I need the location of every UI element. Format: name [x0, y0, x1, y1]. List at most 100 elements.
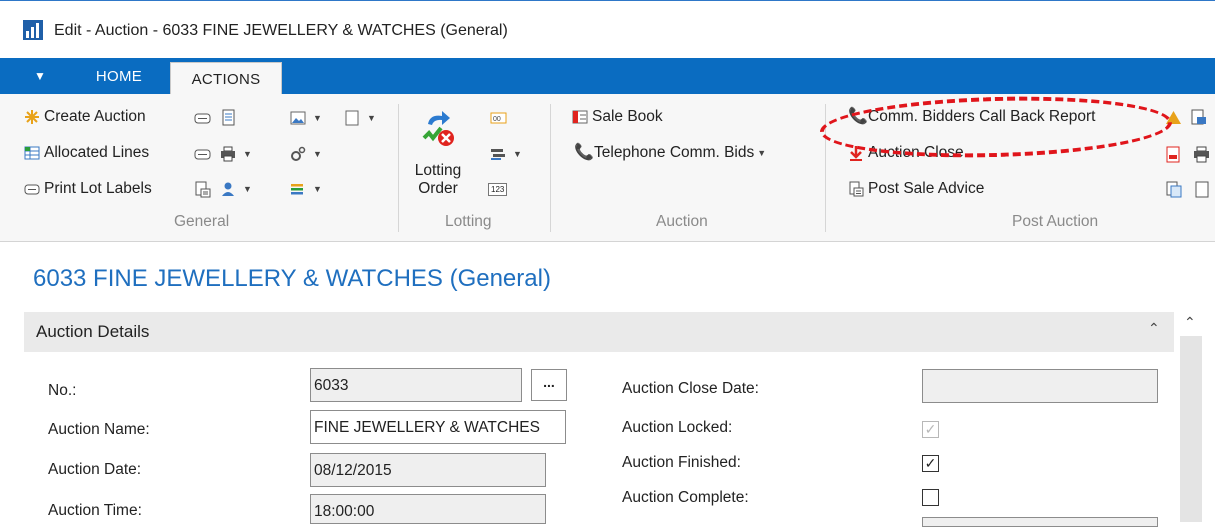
- document-icon[interactable]: [220, 109, 237, 126]
- print-dropdown-button[interactable]: ▼: [220, 146, 252, 162]
- create-auction-button[interactable]: Create Auction: [24, 108, 146, 126]
- sale-book-button[interactable]: Sale Book: [572, 108, 663, 126]
- lotting-order-button[interactable]: Lotting Order: [410, 106, 466, 206]
- sparkle-icon: [25, 110, 39, 124]
- field-label-auction-complete: Auction Complete:: [622, 489, 749, 506]
- no-lookup-button[interactable]: ...: [531, 369, 567, 401]
- comm-bidders-call-back-report-button[interactable]: 📞 Comm. Bidders Call Back Report: [848, 108, 1095, 126]
- label-small-icon[interactable]: [194, 110, 211, 127]
- numbering-button[interactable]: 123: [488, 183, 508, 196]
- auction-close-button[interactable]: Auction Close: [848, 144, 964, 162]
- partial-field[interactable]: [922, 517, 1158, 527]
- auction-time-field[interactable]: 18:00:00: [310, 494, 546, 524]
- print-lot-labels-button[interactable]: Print Lot Labels: [24, 180, 152, 198]
- group-label-general: General: [174, 213, 230, 230]
- sort-icon: [491, 149, 505, 160]
- blank-document-icon[interactable]: [1193, 181, 1210, 198]
- tab-actions[interactable]: ACTIONS: [170, 62, 282, 95]
- download-arrow-icon: [850, 146, 862, 161]
- report-icon[interactable]: [194, 181, 211, 198]
- sort-dropdown-button[interactable]: ▼: [490, 146, 522, 162]
- allocated-lines-button[interactable]: Allocated Lines: [24, 144, 149, 162]
- page-title: 6033 FINE JEWELLERY & WATCHES (General): [33, 265, 551, 292]
- stack-dropdown-button[interactable]: ▼: [290, 181, 322, 197]
- app-menu-dropdown-icon[interactable]: ▼: [20, 58, 60, 94]
- gears-dropdown-button[interactable]: ▼: [290, 146, 322, 162]
- stack-icon: [291, 184, 303, 195]
- svg-text:00: 00: [493, 116, 501, 123]
- phone-icon: 📞: [574, 144, 594, 161]
- field-label-no: No.:: [48, 382, 77, 399]
- lotting-order-label-line1: Lotting: [414, 162, 462, 179]
- collapse-chevron-up-icon[interactable]: ⌃: [1148, 320, 1160, 337]
- lotting-order-icon: [422, 111, 454, 146]
- scroll-up-chevron-icon[interactable]: ⌃: [1184, 314, 1196, 331]
- blank-page-dropdown-button[interactable]: ▼: [344, 110, 376, 126]
- print-lot-labels-label: Print Lot Labels: [44, 180, 152, 197]
- window-title: Edit - Auction - 6033 FINE JEWELLERY & W…: [54, 22, 508, 39]
- picture-icon: [290, 111, 306, 125]
- person-icon: [222, 182, 234, 196]
- field-label-auction-finished: Auction Finished:: [622, 454, 741, 471]
- chevron-down-icon: ▼: [313, 113, 322, 123]
- app-logo-icon: [23, 20, 43, 40]
- report-icon: [849, 181, 864, 197]
- allocated-lines-label: Allocated Lines: [44, 144, 150, 161]
- no-field[interactable]: 6033: [310, 368, 522, 402]
- document-copy-icon[interactable]: [1165, 181, 1182, 198]
- field-label-auction-close-date: Auction Close Date:: [622, 380, 759, 397]
- auction-close-label: Auction Close: [868, 144, 964, 161]
- title-bar: Edit - Auction - 6033 FINE JEWELLERY & W…: [0, 0, 1215, 58]
- field-label-auction-time: Auction Time:: [48, 502, 142, 519]
- number-list-icon[interactable]: 00: [490, 110, 507, 127]
- chevron-down-icon: ▼: [757, 148, 767, 158]
- pdf-document-icon[interactable]: [1165, 146, 1182, 163]
- chevron-down-icon: ▼: [367, 113, 376, 123]
- document-mail-icon[interactable]: [1190, 109, 1207, 126]
- chevron-down-icon: ▼: [313, 184, 322, 194]
- chevron-down-icon: ▼: [313, 149, 322, 159]
- blank-page-icon: [345, 110, 359, 126]
- auction-close-date-field[interactable]: [922, 369, 1158, 403]
- auction-name-field[interactable]: FINE JEWELLERY & WATCHES: [310, 410, 566, 444]
- post-sale-advice-button[interactable]: Post Sale Advice: [848, 180, 984, 198]
- vertical-scrollbar[interactable]: [1180, 336, 1202, 522]
- numbering-badge: 123: [491, 185, 505, 194]
- auction-locked-checkbox: ✓: [922, 421, 939, 438]
- fasttab-title: Auction Details: [36, 322, 150, 341]
- auction-complete-checkbox[interactable]: [922, 489, 939, 506]
- chevron-down-icon: ▼: [243, 184, 252, 194]
- phone-icon: 📞: [848, 108, 868, 125]
- group-separator: [550, 104, 551, 232]
- printer-icon: [221, 146, 235, 162]
- fasttab-header[interactable]: [24, 312, 1174, 352]
- chevron-down-icon: ▼: [513, 149, 522, 159]
- picture-dropdown-button[interactable]: ▼: [290, 110, 322, 126]
- auction-date-field[interactable]: 08/12/2015: [310, 453, 546, 487]
- sale-book-label: Sale Book: [592, 108, 663, 125]
- printer-icon[interactable]: [1193, 146, 1210, 163]
- field-label-auction-locked: Auction Locked:: [622, 419, 733, 436]
- label-icon: [24, 184, 40, 195]
- tab-home[interactable]: HOME: [78, 58, 160, 94]
- create-auction-label: Create Auction: [44, 108, 146, 125]
- group-label-auction: Auction: [656, 213, 708, 230]
- warning-icon[interactable]: [1165, 109, 1182, 126]
- auction-finished-checkbox[interactable]: ✓: [922, 455, 939, 472]
- group-label-lotting: Lotting: [445, 213, 492, 230]
- sale-book-icon: [572, 110, 588, 124]
- grid-lines-icon: [24, 146, 40, 160]
- telephone-comm-bids-button[interactable]: 📞 Telephone Comm. Bids ▼: [574, 144, 766, 162]
- label-small-icon-2[interactable]: [194, 146, 211, 163]
- group-label-post-auction: Post Auction: [1012, 213, 1099, 230]
- field-label-auction-name: Auction Name:: [48, 421, 150, 438]
- chevron-down-icon: ▼: [243, 149, 252, 159]
- comm-bidders-call-back-report-label: Comm. Bidders Call Back Report: [868, 108, 1096, 125]
- group-separator: [825, 104, 826, 232]
- person-dropdown-button[interactable]: ▼: [220, 181, 252, 197]
- gears-icon: [291, 146, 306, 161]
- field-label-auction-date: Auction Date:: [48, 461, 142, 478]
- lotting-order-label-line2: Order: [418, 180, 458, 197]
- group-separator: [398, 104, 399, 232]
- post-sale-advice-label: Post Sale Advice: [868, 180, 985, 197]
